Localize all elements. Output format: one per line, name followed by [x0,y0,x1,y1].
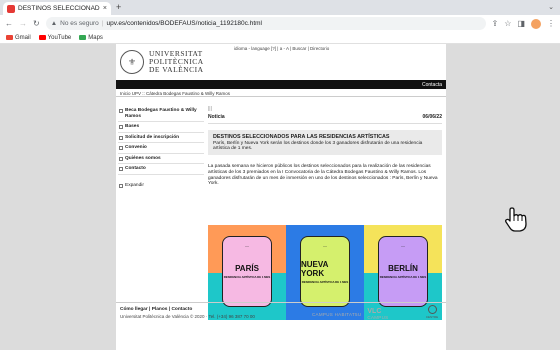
forward-icon[interactable]: → [19,19,27,28]
city-subtitle: RESIDENCIA ARTÍSTICA DE 1 MES [223,275,271,279]
vlc-campus-text: CAMPUS [367,315,389,320]
bookmark-gmail[interactable]: Gmail [6,35,31,41]
bookmark-youtube[interactable]: YouTube [38,34,72,41]
city-card: — NUEVA YORK RESIDENCIA ARTÍSTICA DE 1 M… [300,236,350,307]
news-header: Noticia 06/06/22 [208,112,442,124]
bookmark-label: Maps [88,34,103,41]
checkbox-icon [119,156,123,161]
site-favicon-icon [7,4,15,13]
menu-item-contacto[interactable]: Contacto [118,164,204,175]
bookmark-maps[interactable]: Maps [79,35,103,41]
checkbox-icon [119,135,123,140]
site-container: ⚜ UNIVERSITAT POLITÈCNICA DE VALÈNCIA id… [116,44,446,350]
tab-bar: DESTINOS SELECCIONADOS | C × + ⌄ [0,0,560,15]
hand-cursor-icon [505,207,527,232]
profile-avatar[interactable] [531,18,541,29]
side-menu: Beca Bodegas Faustino & Willy Ramos Base… [118,106,204,190]
menu-item-label: Bases [125,124,140,129]
tab-title: DESTINOS SELECCIONADOS | C [18,5,100,12]
checkbox-icon [119,183,123,188]
breadcrumb[interactable]: Inicio UPV :: Cátedra Bodegas Faustino &… [116,89,446,97]
checkbox-icon [119,125,123,129]
share-icon[interactable]: ⇪ [492,19,499,28]
card-dash: — [245,243,249,248]
reload-icon[interactable]: ↻ [33,19,40,28]
footer-logos: CAMPUS HABITAT5U VLC CAMPUS [312,308,389,320]
youtube-icon [38,35,46,40]
url-text[interactable]: upv.es/contenidos/BODEFAUS/noticia_11921… [107,20,263,27]
news-summary-box: DESTINOS SELECCIONADOS PARA LAS RESIDENC… [208,130,442,155]
news-body: La pasada semana se hicieron públicos lo… [208,164,438,187]
main-content: ||| Noticia 06/06/22 DESTINOS SELECCIONA… [208,106,442,320]
city-subtitle: RESIDENCIA ARTÍSTICA DE 1 MES [379,275,427,279]
omnibox-separator: | [101,20,104,27]
address-bar-row: ← → ↻ ▲ No es seguro | upv.es/contenidos… [0,15,560,32]
close-tab-icon[interactable]: × [103,5,107,12]
city-card: — BERLÍN RESIDENCIA ARTÍSTICA DE 1 MES [378,236,428,307]
menu-item-convenio[interactable]: Convenio [118,143,204,154]
header-links[interactable]: idioma - language [?] | a - A | Buscar |… [234,46,329,51]
city-name: BERLÍN [388,264,418,273]
bookmark-label: Gmail [15,34,31,41]
omnibox[interactable]: ▲ No es seguro | upv.es/contenidos/BODEF… [45,17,486,30]
upv-seal-icon: ⚜ [120,50,144,74]
maps-icon [79,35,87,40]
menu-item-label: Solicitud de inscripción [125,134,180,140]
gmail-icon [6,35,13,40]
city-name: PARÍS [235,264,259,273]
site-header: ⚜ UNIVERSITAT POLITÈCNICA DE VALÈNCIA id… [116,44,446,80]
not-secure-label[interactable]: No es seguro [60,20,99,27]
browser-tab[interactable]: DESTINOS SELECCIONADOS | C × [3,2,111,15]
news-date: 06/06/22 [422,114,442,120]
tab-search-icon[interactable]: ⌄ [548,3,554,11]
new-tab-button[interactable]: + [116,2,121,12]
card-dash: — [401,243,405,248]
section-title: Noticia [208,114,225,120]
logo-line: DE VALÈNCIA [149,65,204,74]
page-viewport: ⚜ UNIVERSITAT POLITÈCNICA DE VALÈNCIA id… [0,44,560,350]
footer-links[interactable]: Cómo llegar | Planos | Contacto [120,307,442,312]
menu-item-quienes[interactable]: Quiénes somos [118,154,204,164]
footer-copyright: Universitat Politècnica de València © 20… [120,314,255,319]
bookmark-label: YouTube [47,34,72,41]
sidepanel-icon[interactable]: ◨ [517,19,525,28]
logo-text: UNIVERSITAT POLITÈCNICA DE VALÈNCIA [149,50,204,74]
menu-item-bases[interactable]: Bases [118,122,204,133]
city-subtitle: RESIDENCIA ARTÍSTICA DE 1 MES [301,279,349,284]
expand-button[interactable]: Expandir [118,181,204,191]
city-card: — PARÍS RESIDENCIA ARTÍSTICA DE 1 MES [222,236,272,307]
top-nav-bar: Contacta [116,80,446,89]
city-name: NUEVA YORK [301,259,329,278]
warning-icon[interactable]: ▲ [51,20,57,27]
menu-item-label: Contacto [125,166,146,171]
checkbox-icon [119,167,123,171]
checkbox-icon [119,109,123,113]
contacta-link[interactable]: Contacta [422,82,442,88]
menu-item-label: Quiénes somos [125,155,161,161]
menu-kebab-icon[interactable]: ⋮ [547,19,555,28]
vlc-campus-logo[interactable]: VLC CAMPUS [367,308,389,320]
expand-label: Expandir [125,182,144,188]
news-title: DESTINOS SELECCIONADOS PARA LAS RESIDENC… [213,134,390,140]
menu-item-label: Beca Bodegas Faustino & Willy Ramos [125,108,197,119]
menu-item-solicitud[interactable]: Solicitud de inscripción [118,133,204,143]
menu-item-label: Convenio [125,145,147,150]
card-dash: — [323,243,327,248]
news-subtitle: París, Berlín y Nueva York serán los des… [213,141,423,151]
checkbox-icon [119,146,123,150]
bookmarks-bar: Gmail YouTube Maps [0,32,560,44]
menu-item-beca[interactable]: Beca Bodegas Faustino & Willy Ramos [118,106,204,122]
back-icon[interactable]: ← [5,19,13,28]
upv-logo[interactable]: ⚜ UNIVERSITAT POLITÈCNICA DE VALÈNCIA [120,50,204,74]
bookmark-star-icon[interactable]: ☆ [504,19,511,28]
badge-text: CENTRE [425,315,439,319]
site-footer: Cómo llegar | Planos | Contacto Universi… [116,302,446,323]
campus-habitat-logo[interactable]: CAMPUS HABITAT5U [312,312,361,317]
badge-circle-icon [427,305,437,314]
centre-badge[interactable]: CENTRE [426,305,438,323]
